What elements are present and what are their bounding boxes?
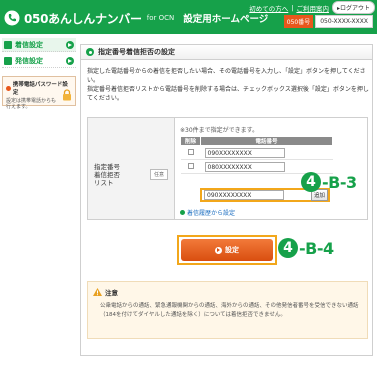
section-title-text: 指定番号着信拒否の設定 xyxy=(98,48,175,56)
sidebar: 着信設定 発信設定 携帯電話パスワード設定 設定は携帯電話からも行えます。 xyxy=(2,38,76,110)
bullet-icon xyxy=(6,85,11,91)
service-name: 050あんしんナンバー xyxy=(24,11,142,26)
table-header-row: 削除 電話番号 xyxy=(180,136,333,146)
step-number: 4 xyxy=(301,172,321,192)
description-line: 指定番号着信拒否リストから電話番号を削除する場合は、チェックボックス選択後「設定… xyxy=(87,86,369,102)
submit-highlight: 設定 xyxy=(177,235,277,265)
warning-icon xyxy=(93,288,102,296)
phone-icon xyxy=(4,10,20,26)
table-row: 090XXXXXXXX xyxy=(180,145,333,160)
for-ocn-label: for OCN xyxy=(146,14,175,22)
section-title: 指定番号着信拒否の設定 xyxy=(81,45,372,60)
arrow-circle-icon xyxy=(215,246,222,254)
blocklist-settings: 指定番号 着信拒否 リスト 任意 ※30件まで指定ができます。 削除 電話番号 … xyxy=(87,117,368,220)
sidebar-item-incoming[interactable]: 着信設定 xyxy=(2,38,76,52)
notice-text: 公衆電話からの通話、緊急通報機関からの通話、海外からの通話、その他発信者番号を受… xyxy=(100,303,359,318)
number-table: 削除 電話番号 090XXXXXXXX 080XXXXXXXX xyxy=(180,136,333,174)
notice-title-text: 注意 xyxy=(105,289,118,297)
logout-button[interactable]: ▸ログアウト xyxy=(331,1,375,14)
link-divider: | xyxy=(291,3,294,12)
number-label: 050番号 xyxy=(283,15,314,28)
sidebar-item-label: 発信設定 xyxy=(15,56,43,65)
number-input[interactable]: 090XXXXXXXX xyxy=(204,147,285,158)
chevron-right-icon xyxy=(66,57,74,65)
step-callout-b4: 4 -B-4 xyxy=(278,238,334,258)
mobile-password-desc: 設定は携帯電話からも行えます。 xyxy=(6,98,57,110)
description-line: 指定した電話番号からの着信を拒否したい場合、その電話番号を入力し、「設定」ボタン… xyxy=(87,68,366,84)
notice-title: 注意 xyxy=(93,287,118,297)
column-header-number: 電話番号 xyxy=(200,136,333,146)
settings-label-cell: 指定番号 着信拒否 リスト 任意 xyxy=(88,118,175,219)
delete-checkbox[interactable] xyxy=(187,148,194,155)
main-panel: 指定番号着信拒否の設定 指定した電話番号からの着信を拒否したい場合、その電話番号… xyxy=(80,44,373,356)
service-logo: 050あんしんナンバー for OCN 設定用ホームページ xyxy=(4,8,268,28)
notice-box: 注意 公衆電話からの通話、緊急通報機関からの通話、海外からの通話、その他発信者番… xyxy=(87,281,368,339)
title-bullet-icon xyxy=(86,48,94,56)
submit-button[interactable]: 設定 xyxy=(181,239,273,261)
number-cell: 090XXXXXXXX xyxy=(200,145,333,160)
step-label: -B-4 xyxy=(299,238,334,258)
mobile-password-box[interactable]: 携帯電話パスワード設定 設定は携帯電話からも行えます。 xyxy=(2,76,76,110)
outgoing-icon xyxy=(4,56,12,65)
number-input[interactable]: 080XXXXXXXX xyxy=(204,161,285,172)
max-note: ※30件まで指定ができます。 xyxy=(180,127,259,134)
user-number: 050番号 050-XXXX-XXXX xyxy=(283,15,373,28)
sidebar-item-outgoing[interactable]: 発信設定 xyxy=(2,54,76,68)
history-link[interactable]: 着信履歴から設定 xyxy=(180,208,235,217)
sidebar-item-label: 着信設定 xyxy=(15,40,43,49)
submit-label: 設定 xyxy=(225,246,239,254)
lock-icon xyxy=(63,89,71,101)
delete-cell xyxy=(180,145,201,160)
step-callout-b3: 4 -B-3 xyxy=(301,172,357,192)
delete-checkbox[interactable] xyxy=(187,162,194,169)
first-time-link[interactable]: 初めての方へ xyxy=(249,3,288,13)
settings-label: 指定番号 着信拒否 リスト xyxy=(94,163,120,187)
app-header: 050あんしんナンバー for OCN 設定用ホームページ 初めての方へ | ご… xyxy=(0,0,377,34)
number-value: 050-XXXX-XXXX xyxy=(315,15,373,28)
history-link-text: 着信履歴から設定 xyxy=(187,210,236,217)
delete-cell xyxy=(180,159,201,174)
new-number-input[interactable]: 090XXXXXXXX xyxy=(204,190,284,200)
column-header-delete: 削除 xyxy=(180,136,201,146)
link-bullet-icon xyxy=(180,210,185,215)
description: 指定した電話番号からの着信を拒否したい場合、その電話番号を入力し、「設定」ボタン… xyxy=(87,67,369,103)
chevron-right-icon xyxy=(66,41,74,49)
step-number: 4 xyxy=(278,238,298,258)
logout-label: ログアウト xyxy=(339,5,370,12)
guide-link[interactable]: ご利用案内 xyxy=(296,3,329,13)
top-links: 初めての方へ | ご利用案内 ▸ログアウト xyxy=(249,1,375,14)
optional-badge: 任意 xyxy=(150,169,169,180)
incoming-icon xyxy=(4,40,12,49)
step-label: -B-3 xyxy=(322,172,357,192)
